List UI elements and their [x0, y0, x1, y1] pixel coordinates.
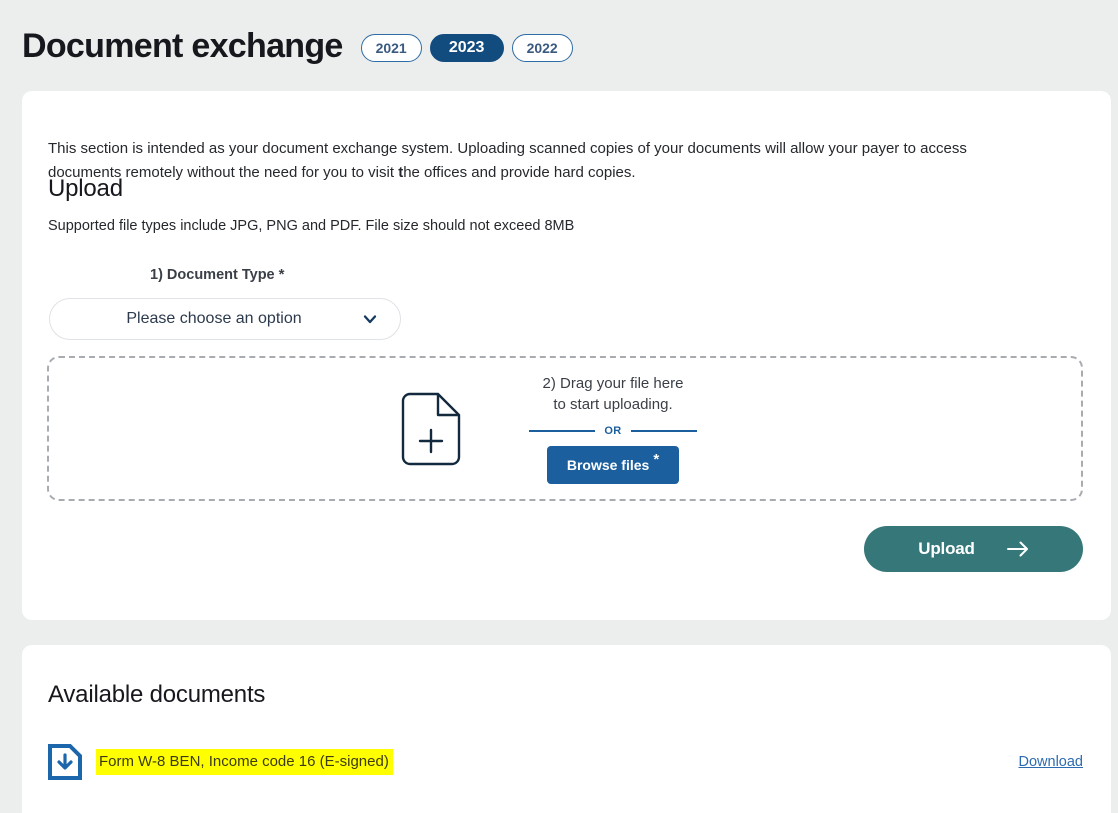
- supported-file-types-note: Supported file types include JPG, PNG an…: [48, 218, 575, 234]
- browse-files-label: Browse files: [566, 457, 650, 473]
- year-filter-group: 2021 2023 2022: [360, 33, 573, 62]
- intro-text-part2: he offices and provide hard copies.: [403, 164, 636, 181]
- dropzone-instruction-line1: 2) Drag your file here: [542, 375, 684, 392]
- or-divider-label: OR: [604, 425, 622, 437]
- or-divider: OR: [529, 425, 697, 437]
- dropzone-instruction-line2: to start uploading.: [553, 396, 673, 413]
- chevron-down-icon: [363, 315, 377, 324]
- browse-files-required-mark: *: [653, 451, 660, 468]
- file-dropzone[interactable]: 2) Drag your file here to start uploadin…: [47, 356, 1083, 501]
- browse-files-button[interactable]: Browse files *: [546, 446, 680, 484]
- document-type-label: 1) Document Type *: [150, 266, 284, 283]
- upload-submit-label: Upload: [918, 539, 975, 558]
- intro-paragraph: This section is intended as your documen…: [48, 137, 1033, 185]
- year-pill-2023[interactable]: 2023: [429, 33, 504, 62]
- year-pill-2021[interactable]: 2021: [360, 33, 422, 62]
- document-list-item: Form W-8 BEN, Income code 16 (E-signed) …: [48, 740, 1083, 784]
- document-download-icon[interactable]: [48, 744, 82, 780]
- document-type-required-mark: *: [278, 266, 285, 283]
- or-divider-line-left: [529, 430, 596, 432]
- or-divider-line-right: [630, 430, 697, 432]
- upload-submit-button[interactable]: Upload: [864, 526, 1083, 572]
- available-documents-card: [22, 645, 1111, 813]
- file-plus-icon: [401, 392, 460, 465]
- dropzone-content: 2) Drag your file here to start uploadin…: [496, 373, 731, 484]
- page-root: Document exchange 2021 2023 2022 This se…: [0, 0, 1118, 813]
- document-type-label-text: 1) Document Type: [150, 267, 275, 283]
- document-type-select[interactable]: Please choose an option: [49, 298, 401, 340]
- year-pill-2022[interactable]: 2022: [511, 33, 573, 62]
- dropzone-instruction: 2) Drag your file here to start uploadin…: [543, 373, 684, 415]
- document-name[interactable]: Form W-8 BEN, Income code 16 (E-signed): [96, 749, 393, 775]
- page-header: Document exchange 2021 2023 2022: [0, 0, 1118, 91]
- page-title: Document exchange: [22, 26, 343, 65]
- download-link[interactable]: Download: [1019, 754, 1084, 770]
- available-documents-heading: Available documents: [48, 681, 266, 708]
- arrow-right-icon: [1006, 541, 1028, 557]
- upload-section-heading: Upload: [48, 175, 123, 202]
- document-type-selected-value: Please choose an option: [126, 310, 302, 327]
